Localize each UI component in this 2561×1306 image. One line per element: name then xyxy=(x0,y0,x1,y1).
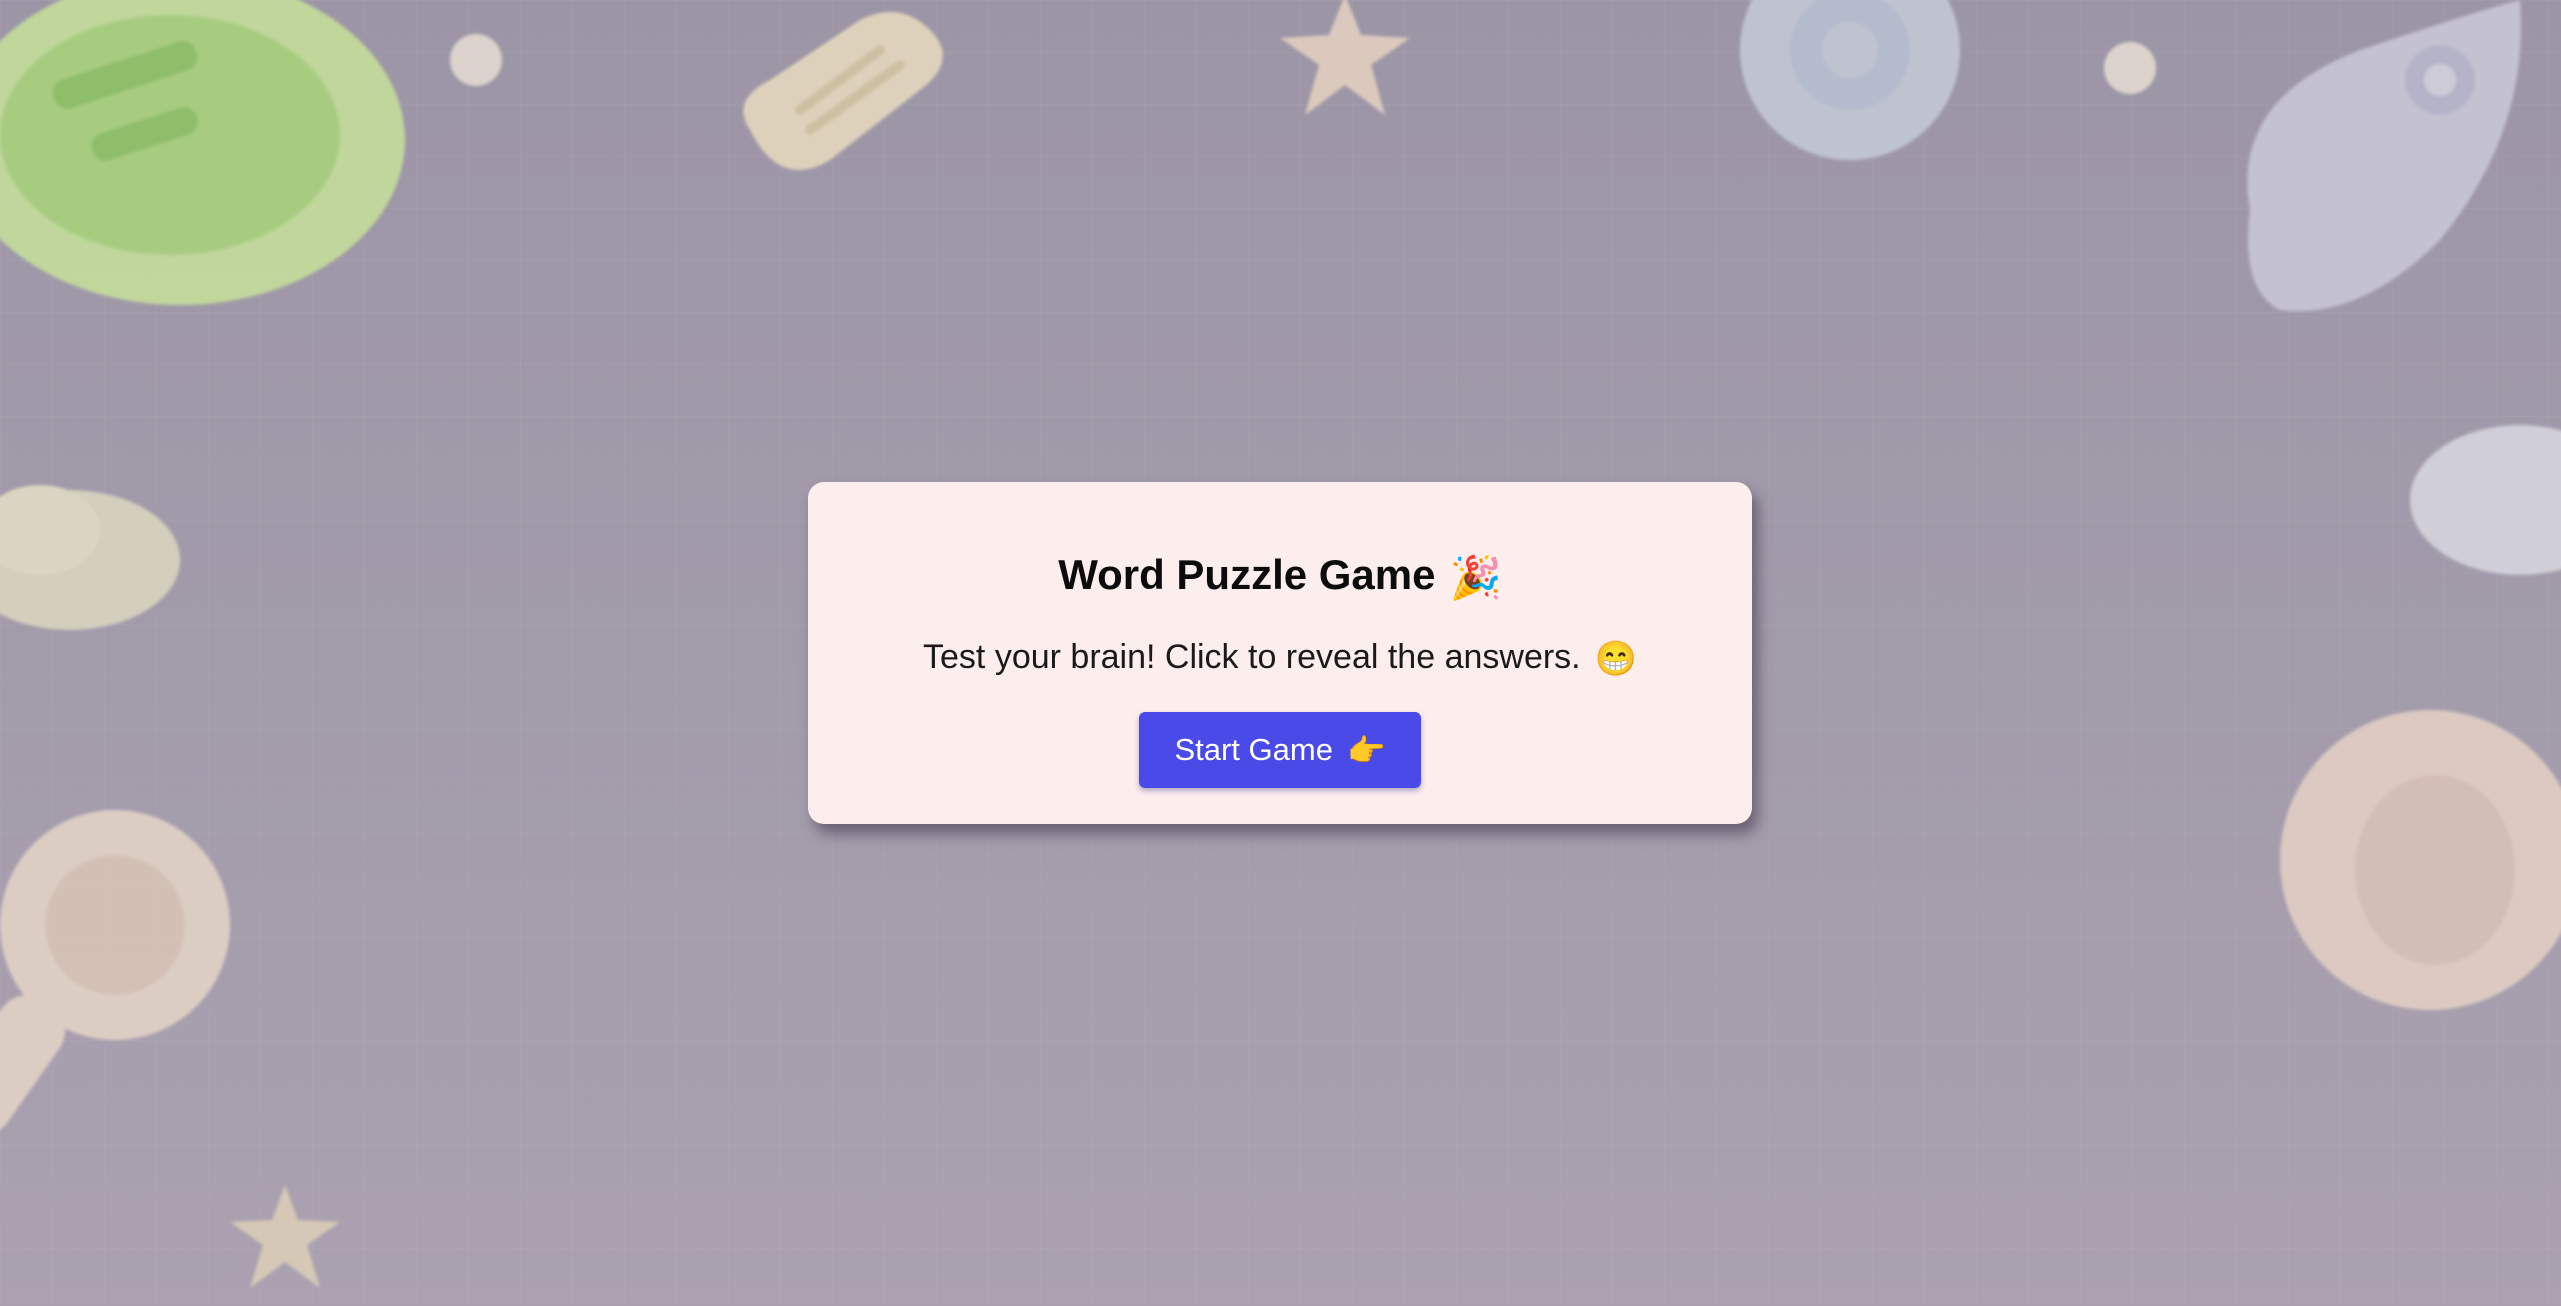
cloud-icon xyxy=(2410,425,2561,575)
title-text: Word Puzzle Game xyxy=(1058,551,1436,598)
welcome-card: Word Puzzle Game 🎉 Test your brain! Click… xyxy=(808,482,1752,824)
page-title: Word Puzzle Game 🎉 xyxy=(808,550,1752,603)
bubble-icon xyxy=(450,34,502,86)
subtitle-text: Test your brain! Click to reveal the ans… xyxy=(923,638,1581,676)
rocket-icon xyxy=(2247,0,2521,312)
grinning-face-icon: 😁 xyxy=(1594,639,1637,678)
bubble-icon xyxy=(2104,42,2156,94)
lightbulb-icon xyxy=(0,0,405,305)
subtitle: Test your brain! Click to reveal the ans… xyxy=(808,637,1752,679)
magnifier-icon xyxy=(0,810,230,1130)
cloud-icon xyxy=(0,485,180,630)
star-icon xyxy=(1280,0,1410,115)
start-game-button[interactable]: Start Game 👉 xyxy=(1139,712,1421,788)
puzzle-piece-icon xyxy=(743,12,943,170)
start-game-label: Start Game xyxy=(1174,732,1333,767)
star-icon xyxy=(230,1185,340,1288)
gear-icon xyxy=(1740,0,1960,160)
pointing-right-icon: 👉 xyxy=(1346,732,1386,768)
lightbulb-icon xyxy=(2280,710,2561,1010)
party-popper-icon: 🎉 xyxy=(1449,553,1502,601)
